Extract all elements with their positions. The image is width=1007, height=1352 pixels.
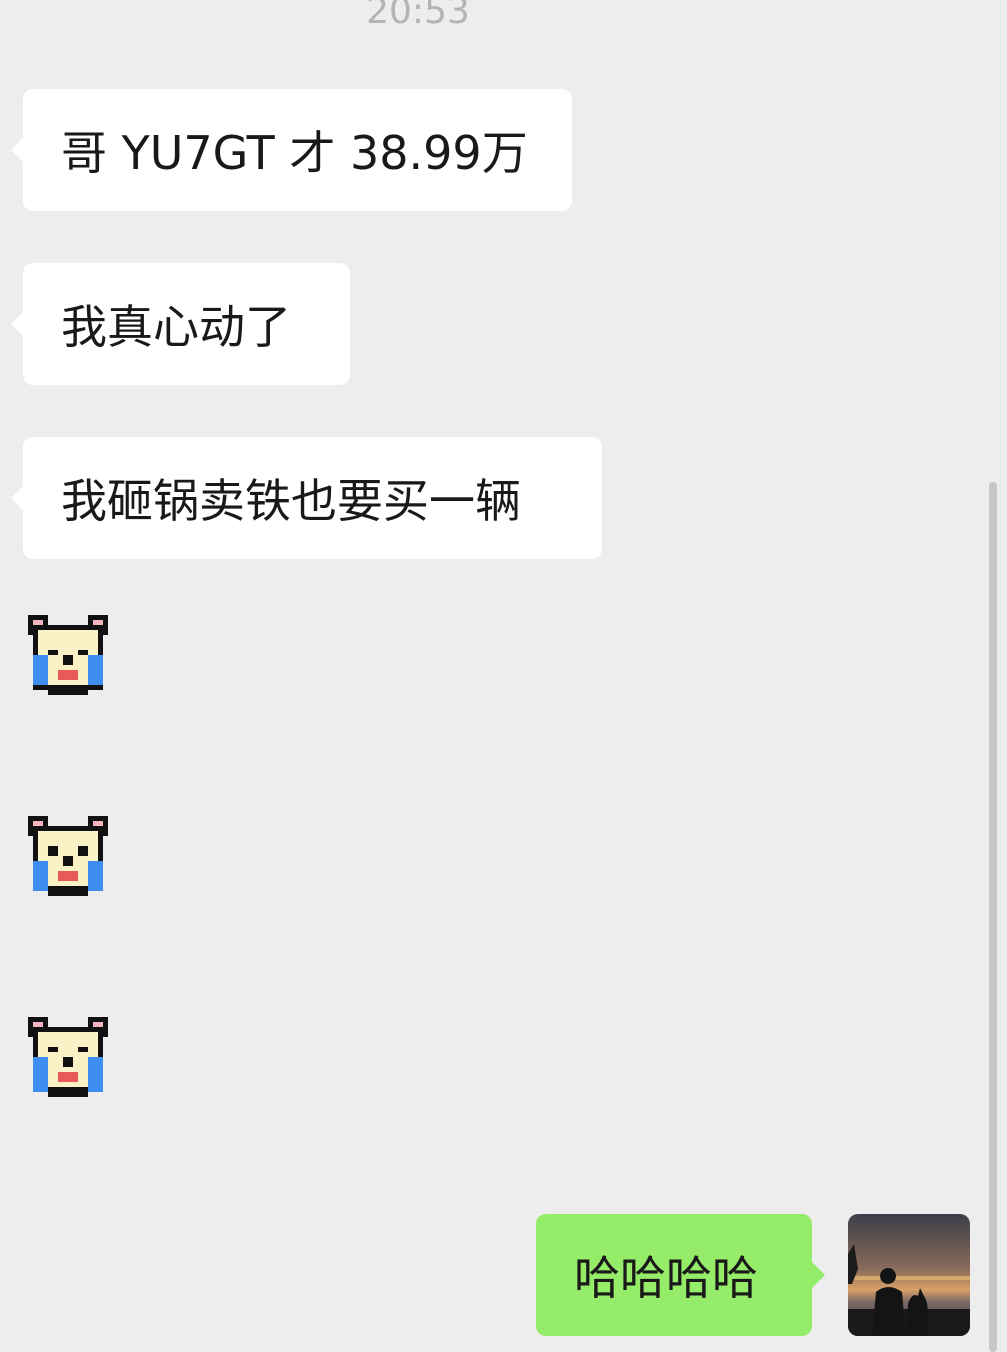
crying-bear-sticker-icon[interactable] (23, 1012, 113, 1102)
sunset-silhouette-avatar-icon[interactable] (848, 1214, 970, 1336)
message-text: 哈哈哈哈 (574, 1251, 758, 1305)
incoming-message-bubble[interactable]: 我砸锅卖铁也要买一辆 (11, 437, 602, 559)
chat-scrollbar[interactable] (989, 482, 997, 1352)
message-text: 我真心动了 (61, 300, 291, 354)
incoming-message-bubble[interactable]: 哥 YU7GT 才 38.99万 (11, 89, 572, 211)
outgoing-message-bubble[interactable]: 哈哈哈哈 (536, 1214, 825, 1336)
chat-timestamp: 20:53 (366, 0, 470, 32)
incoming-message-bubble[interactable]: 我真心动了 (11, 263, 350, 385)
crying-bear-sticker-icon[interactable] (23, 610, 113, 700)
crying-bear-sticker-icon[interactable] (23, 811, 113, 901)
message-text: 哥 YU7GT 才 38.99万 (61, 126, 528, 180)
message-text: 我砸锅卖铁也要买一辆 (61, 474, 521, 528)
